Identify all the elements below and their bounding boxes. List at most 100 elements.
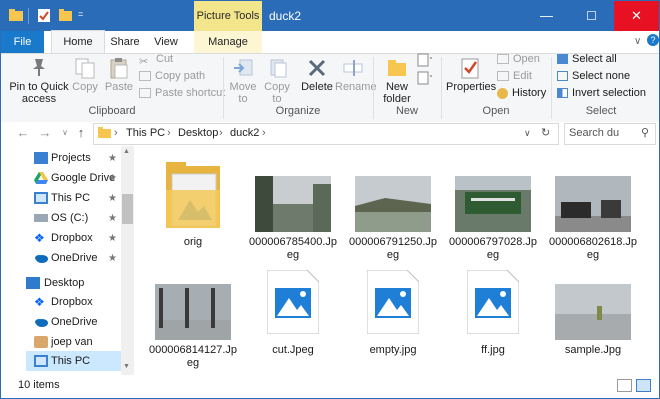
new-item-icon[interactable] xyxy=(417,53,433,67)
help-icon[interactable]: ? xyxy=(647,34,659,46)
pin-label: Pin to Quick access xyxy=(9,81,69,105)
file-item-jpg[interactable]: cut.Jpeg xyxy=(247,268,339,373)
breadcrumb-separator[interactable]: › xyxy=(262,123,266,143)
select-none-label: Select none xyxy=(572,70,631,82)
edit-button[interactable]: Edit xyxy=(497,68,532,84)
breadcrumb-desktop[interactable]: Desktop xyxy=(178,123,218,143)
nav-item-user[interactable]: joep van steen xyxy=(1,332,122,368)
forward-arrow-icon[interactable]: → xyxy=(37,125,53,141)
back-arrow-icon[interactable]: ← xyxy=(15,125,31,141)
pin-quick-access-button[interactable]: Pin to Quick access xyxy=(9,57,69,105)
customize-qat-icon[interactable]: = xyxy=(78,9,83,19)
properties-qat-icon[interactable] xyxy=(38,9,50,22)
edit-label: Edit xyxy=(513,70,532,82)
nav-item-os-c[interactable]: OS (C:) ★ xyxy=(1,208,122,228)
nav-item-this-pc[interactable]: This PC ★ xyxy=(1,188,122,208)
paste-shortcut-icon xyxy=(139,88,151,99)
file-item-photo[interactable]: 000006814127.Jpeg xyxy=(147,268,239,373)
history-label: History xyxy=(512,87,547,99)
select-none-button[interactable]: Select none xyxy=(557,68,630,84)
scrollbar-thumb[interactable] xyxy=(122,194,133,224)
pin-icon: ★ xyxy=(108,173,117,184)
recent-locations-icon[interactable]: ∨ xyxy=(57,125,73,141)
details-view-icon[interactable] xyxy=(617,379,632,392)
open-icon xyxy=(497,54,509,65)
tab-manage[interactable]: Manage xyxy=(194,31,262,53)
file-item-photo[interactable]: 000006797028.Jpeg xyxy=(447,158,539,263)
minimize-button[interactable]: — xyxy=(524,1,569,31)
nav-scrollbar[interactable] xyxy=(121,146,134,375)
select-all-button[interactable]: Select all xyxy=(557,51,617,67)
large-icons-view-icon[interactable] xyxy=(636,379,651,392)
expand-ribbon-icon[interactable]: ∨ xyxy=(634,36,641,47)
copy-button[interactable]: Copy xyxy=(69,57,101,93)
nav-item-label: Projects xyxy=(51,152,91,164)
computer-icon xyxy=(34,192,48,204)
delete-icon xyxy=(308,59,326,77)
nav-item-dropbox[interactable]: ❖ Dropbox ★ xyxy=(1,228,122,248)
move-to-icon xyxy=(234,59,253,76)
file-item-orig[interactable]: orig xyxy=(147,158,239,263)
scroll-up-icon[interactable]: ▲ xyxy=(123,148,130,155)
delete-label: Delete xyxy=(301,81,333,93)
nav-item-google-drive[interactable]: Google Drive ★ xyxy=(1,168,122,188)
breadcrumb-separator[interactable]: › xyxy=(114,123,118,143)
image-file-icon xyxy=(367,270,419,334)
copy-path-button[interactable]: Copy path xyxy=(139,68,205,84)
cut-label: Cut xyxy=(156,53,174,65)
file-item-photo[interactable]: 000006802618.Jpeg xyxy=(547,158,639,263)
nav-item-desktop[interactable]: Desktop xyxy=(1,273,122,293)
photo-thumbnail xyxy=(155,284,231,340)
pin-icon: ★ xyxy=(108,233,117,244)
address-dropdown-icon[interactable]: ∨ xyxy=(524,123,531,143)
pin-icon: ★ xyxy=(108,213,117,224)
properties-button[interactable]: Properties xyxy=(446,57,497,93)
file-name: 000006791250.Jpeg xyxy=(348,236,438,261)
copy-to-button[interactable]: Copy to xyxy=(261,57,293,105)
nav-item-projects[interactable]: Projects ★ xyxy=(1,148,122,168)
new-group-label: New xyxy=(395,105,418,117)
delete-button[interactable]: Delete xyxy=(299,57,335,93)
nav-item-onedrive[interactable]: OneDrive ★ xyxy=(1,248,122,268)
paste-shortcut-button[interactable]: Paste shortcut xyxy=(139,85,225,101)
history-button[interactable]: History xyxy=(497,85,546,101)
open-button[interactable]: Open xyxy=(497,51,540,67)
new-folder-icon xyxy=(388,60,406,76)
easy-access-icon[interactable] xyxy=(417,71,433,85)
close-button[interactable]: ✕ xyxy=(614,1,659,31)
file-item-photo[interactable]: 000006785400.Jpeg xyxy=(247,158,339,263)
tab-view[interactable]: View xyxy=(149,31,183,53)
new-folder-qat-icon[interactable] xyxy=(59,9,72,22)
breadcrumb-separator[interactable]: › xyxy=(219,123,223,143)
file-item-photo[interactable]: sample.Jpg xyxy=(547,268,639,373)
invert-selection-button[interactable]: Invert selection xyxy=(557,85,646,101)
refresh-icon[interactable]: ↻ xyxy=(541,123,550,143)
user-icon xyxy=(34,336,48,348)
nav-item-onedrive-2[interactable]: OneDrive xyxy=(1,312,122,332)
nav-item-this-pc-2[interactable]: This PC xyxy=(26,351,121,371)
properties-label: Properties xyxy=(446,81,497,93)
file-item-jpg[interactable]: ff.jpg xyxy=(447,268,539,373)
cut-button[interactable]: ✂ Cut xyxy=(139,51,174,68)
breadcrumb-separator[interactable]: › xyxy=(167,123,171,143)
file-item-photo[interactable]: 000006791250.Jpeg xyxy=(347,158,439,263)
nav-item-dropbox-2[interactable]: ❖ Dropbox xyxy=(1,292,122,312)
photo-thumbnail xyxy=(255,176,331,232)
tab-file[interactable]: File xyxy=(1,31,44,53)
breadcrumb-this-pc[interactable]: This PC xyxy=(126,123,165,143)
rename-button[interactable]: Rename xyxy=(335,57,377,93)
up-arrow-icon[interactable]: ↑ xyxy=(73,125,89,141)
maximize-button[interactable]: ☐ xyxy=(569,1,614,31)
file-item-jpg[interactable]: empty.jpg xyxy=(347,268,439,373)
new-folder-button[interactable]: New folder xyxy=(379,57,415,105)
move-to-button[interactable]: Move to xyxy=(227,57,259,105)
search-icon[interactable]: ⚲ xyxy=(641,123,649,143)
nav-item-label: OneDrive xyxy=(51,252,98,264)
paste-button[interactable]: Paste xyxy=(103,57,135,93)
photo-thumbnail xyxy=(555,284,631,340)
tab-home[interactable]: Home xyxy=(51,30,105,53)
tab-share[interactable]: Share xyxy=(107,31,143,53)
breadcrumb-duck2[interactable]: duck2 xyxy=(230,123,259,143)
search-input[interactable]: Search du xyxy=(569,123,619,143)
scroll-down-icon[interactable]: ▼ xyxy=(123,363,130,370)
